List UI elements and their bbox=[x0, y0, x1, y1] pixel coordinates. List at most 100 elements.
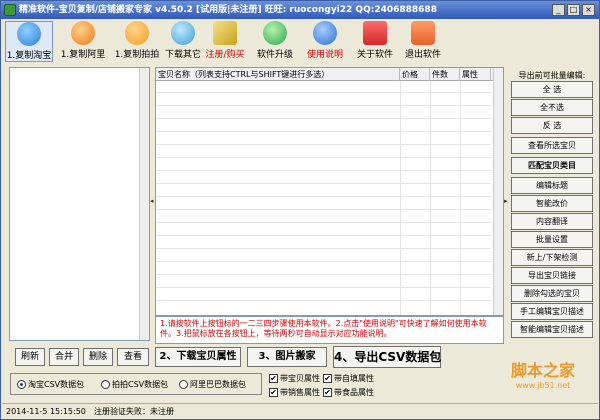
table-row[interactable] bbox=[156, 107, 491, 119]
select-all-button[interactable]: 全 选 bbox=[511, 81, 593, 98]
image-move-button[interactable]: 3、图片搬家 bbox=[247, 347, 327, 367]
table-row[interactable] bbox=[156, 237, 491, 249]
toolbar-copy-paipai-button[interactable]: 1.复制拍拍 bbox=[113, 21, 161, 60]
status-time: 2014-11-5 15:15:50 bbox=[6, 407, 86, 416]
checkbox-food-attrs[interactable]: ✔ 带食品属性 bbox=[323, 387, 374, 398]
table-row[interactable] bbox=[156, 289, 491, 301]
toolbar-copy-taobao-button[interactable]: 1.复制淘宝 bbox=[5, 21, 53, 62]
toolbar: 1.复制淘宝 1.复制阿里 1.复制拍拍 下载其它 注册/购买 软件升级 使用说… bbox=[1, 19, 599, 65]
listing-check-button[interactable]: 新上/下架检测 bbox=[511, 249, 593, 266]
radio-taobao-csv[interactable]: 淘宝CSV数据包 bbox=[17, 379, 84, 390]
checkbox-label: 带食品属性 bbox=[334, 388, 374, 397]
radio-paipai-csv[interactable]: 拍拍CSV数据包 bbox=[101, 379, 168, 390]
table-row[interactable] bbox=[156, 81, 491, 93]
table-row[interactable] bbox=[156, 94, 491, 106]
minimize-button[interactable]: _ bbox=[552, 4, 565, 16]
column-header-attr[interactable]: 属性 bbox=[460, 68, 491, 81]
manual-edit-desc-button[interactable]: 手工编辑宝贝描述 bbox=[511, 303, 593, 320]
toolbar-about-button[interactable]: 关于软件 bbox=[355, 21, 395, 60]
column-header-price[interactable]: 价格 bbox=[400, 68, 430, 81]
delete-checked-button[interactable]: 删除勾选的宝贝 bbox=[511, 285, 593, 302]
window-title: 精准软件-宝贝复制/店铺搬家专家 v4.50.2 [试用版|未注册] 旺旺: r… bbox=[19, 5, 437, 15]
table-row[interactable] bbox=[156, 159, 491, 171]
checkbox-label: 带销售属性 bbox=[280, 388, 320, 397]
toolbar-exit-button[interactable]: 退出软件 bbox=[403, 21, 443, 60]
column-header-count[interactable]: 件数 bbox=[430, 68, 460, 81]
radio-dot bbox=[179, 380, 188, 389]
check-mark-icon: ✔ bbox=[269, 374, 278, 383]
table-row[interactable] bbox=[156, 172, 491, 184]
download-attributes-button[interactable]: 2、下载宝贝属性 bbox=[155, 347, 241, 367]
radio-dot bbox=[17, 380, 26, 389]
invert-selection-button[interactable]: 反 选 bbox=[511, 117, 593, 134]
close-button[interactable]: × bbox=[582, 4, 595, 16]
title-bar: 精准软件-宝贝复制/店铺搬家专家 v4.50.2 [试用版|未注册] 旺旺: r… bbox=[1, 1, 599, 19]
toolbar-label: 使用说明 bbox=[306, 50, 343, 60]
table-row[interactable] bbox=[156, 211, 491, 223]
toolbar-upgrade-button[interactable]: 软件升级 bbox=[255, 21, 295, 60]
toolbar-label: 注册/购买 bbox=[205, 50, 245, 60]
table-row[interactable] bbox=[156, 276, 491, 288]
app-icon bbox=[4, 4, 16, 16]
app-window: 精准软件-宝贝复制/店铺搬家专家 v4.50.2 [试用版|未注册] 旺旺: r… bbox=[0, 0, 600, 420]
radio-dot bbox=[101, 380, 110, 389]
checkbox-label: 带宝贝属性 bbox=[280, 374, 320, 383]
watermark-logo: 脚本之家 www.jb51.net bbox=[495, 361, 591, 401]
view-selected-button[interactable]: 查看所选宝贝 bbox=[511, 137, 593, 154]
delete-button[interactable]: 删除 bbox=[83, 348, 113, 366]
smart-price-button[interactable]: 智能改价 bbox=[511, 195, 593, 212]
radio-label: 拍拍CSV数据包 bbox=[112, 380, 169, 389]
grid-scrollbar[interactable] bbox=[493, 68, 503, 315]
export-links-button[interactable]: 导出宝贝链接 bbox=[511, 267, 593, 284]
table-row[interactable] bbox=[156, 263, 491, 275]
table-row[interactable] bbox=[156, 146, 491, 158]
toolbar-download-other-button[interactable]: 下载其它 bbox=[163, 21, 203, 60]
table-row[interactable] bbox=[156, 250, 491, 262]
status-bar: 2014-11-5 15:15:50 注册验证失败：未注册 bbox=[2, 403, 598, 419]
radio-label: 淘宝CSV数据包 bbox=[28, 380, 85, 389]
table-row[interactable] bbox=[156, 224, 491, 236]
table-row[interactable] bbox=[156, 198, 491, 210]
merge-button[interactable]: 合并 bbox=[49, 348, 79, 366]
paipai-icon bbox=[125, 21, 149, 45]
refresh-button[interactable]: 刷新 bbox=[15, 348, 45, 366]
toolbar-label: 1.复制拍拍 bbox=[114, 50, 160, 60]
radio-alibaba-csv[interactable]: 阿里巴巴数据包 bbox=[179, 379, 246, 390]
toolbar-help-button[interactable]: 使用说明 bbox=[305, 21, 345, 60]
product-grid[interactable]: 宝贝名称（列表支持CTRL与SHIFT键进行多选） 价格 件数 属性 bbox=[155, 67, 504, 316]
instruction-message: 1.请按软件上按钮标的一二三四步骤使用本软件。2.点击"使用说明"可快速了解如何… bbox=[155, 316, 504, 344]
table-row[interactable] bbox=[156, 185, 491, 197]
checkbox-custom-attrs[interactable]: ✔ 带自填属性 bbox=[323, 373, 374, 384]
status-message: 注册验证失败：未注册 bbox=[94, 407, 174, 416]
category-scrollbar[interactable] bbox=[139, 68, 149, 340]
toolbar-label: 1.复制淘宝 bbox=[6, 51, 52, 61]
select-none-button[interactable]: 全不选 bbox=[511, 99, 593, 116]
toolbar-label: 关于软件 bbox=[356, 50, 393, 60]
batch-settings-button[interactable]: 批量设置 bbox=[511, 231, 593, 248]
checkbox-sales-attrs[interactable]: ✔ 带销售属性 bbox=[269, 387, 320, 398]
edit-title-button[interactable]: 编辑标题 bbox=[511, 177, 593, 194]
taobao-icon bbox=[17, 22, 41, 46]
watermark-title: 脚本之家 bbox=[510, 361, 575, 380]
category-list[interactable] bbox=[9, 67, 150, 341]
view-button[interactable]: 查看 bbox=[117, 348, 149, 366]
power-icon bbox=[411, 21, 435, 45]
translate-button[interactable]: 内容翻译 bbox=[511, 213, 593, 230]
help-icon bbox=[313, 21, 337, 45]
maximize-button[interactable]: □ bbox=[567, 4, 580, 16]
keys-icon bbox=[213, 21, 237, 45]
grid-header: 宝贝名称（列表支持CTRL与SHIFT键进行多选） 价格 件数 属性 bbox=[156, 68, 503, 81]
checkbox-product-attrs[interactable]: ✔ 带宝贝属性 bbox=[269, 373, 320, 384]
column-header-name[interactable]: 宝贝名称（列表支持CTRL与SHIFT键进行多选） bbox=[156, 68, 400, 81]
smart-edit-desc-button[interactable]: 智能编辑宝贝描述 bbox=[511, 321, 593, 338]
export-csv-button[interactable]: 4、导出CSV数据包 bbox=[333, 346, 441, 368]
toolbar-label: 下载其它 bbox=[164, 50, 201, 60]
alibaba-icon bbox=[71, 21, 95, 45]
table-row[interactable] bbox=[156, 133, 491, 145]
match-category-button[interactable]: 匹配宝贝类目 bbox=[511, 157, 593, 174]
table-row[interactable] bbox=[156, 120, 491, 132]
checkbox-label: 带自填属性 bbox=[334, 374, 374, 383]
toolbar-copy-alibaba-button[interactable]: 1.复制阿里 bbox=[59, 21, 107, 60]
exclamation-icon bbox=[363, 21, 387, 45]
toolbar-register-button[interactable]: 注册/购买 bbox=[205, 21, 245, 60]
